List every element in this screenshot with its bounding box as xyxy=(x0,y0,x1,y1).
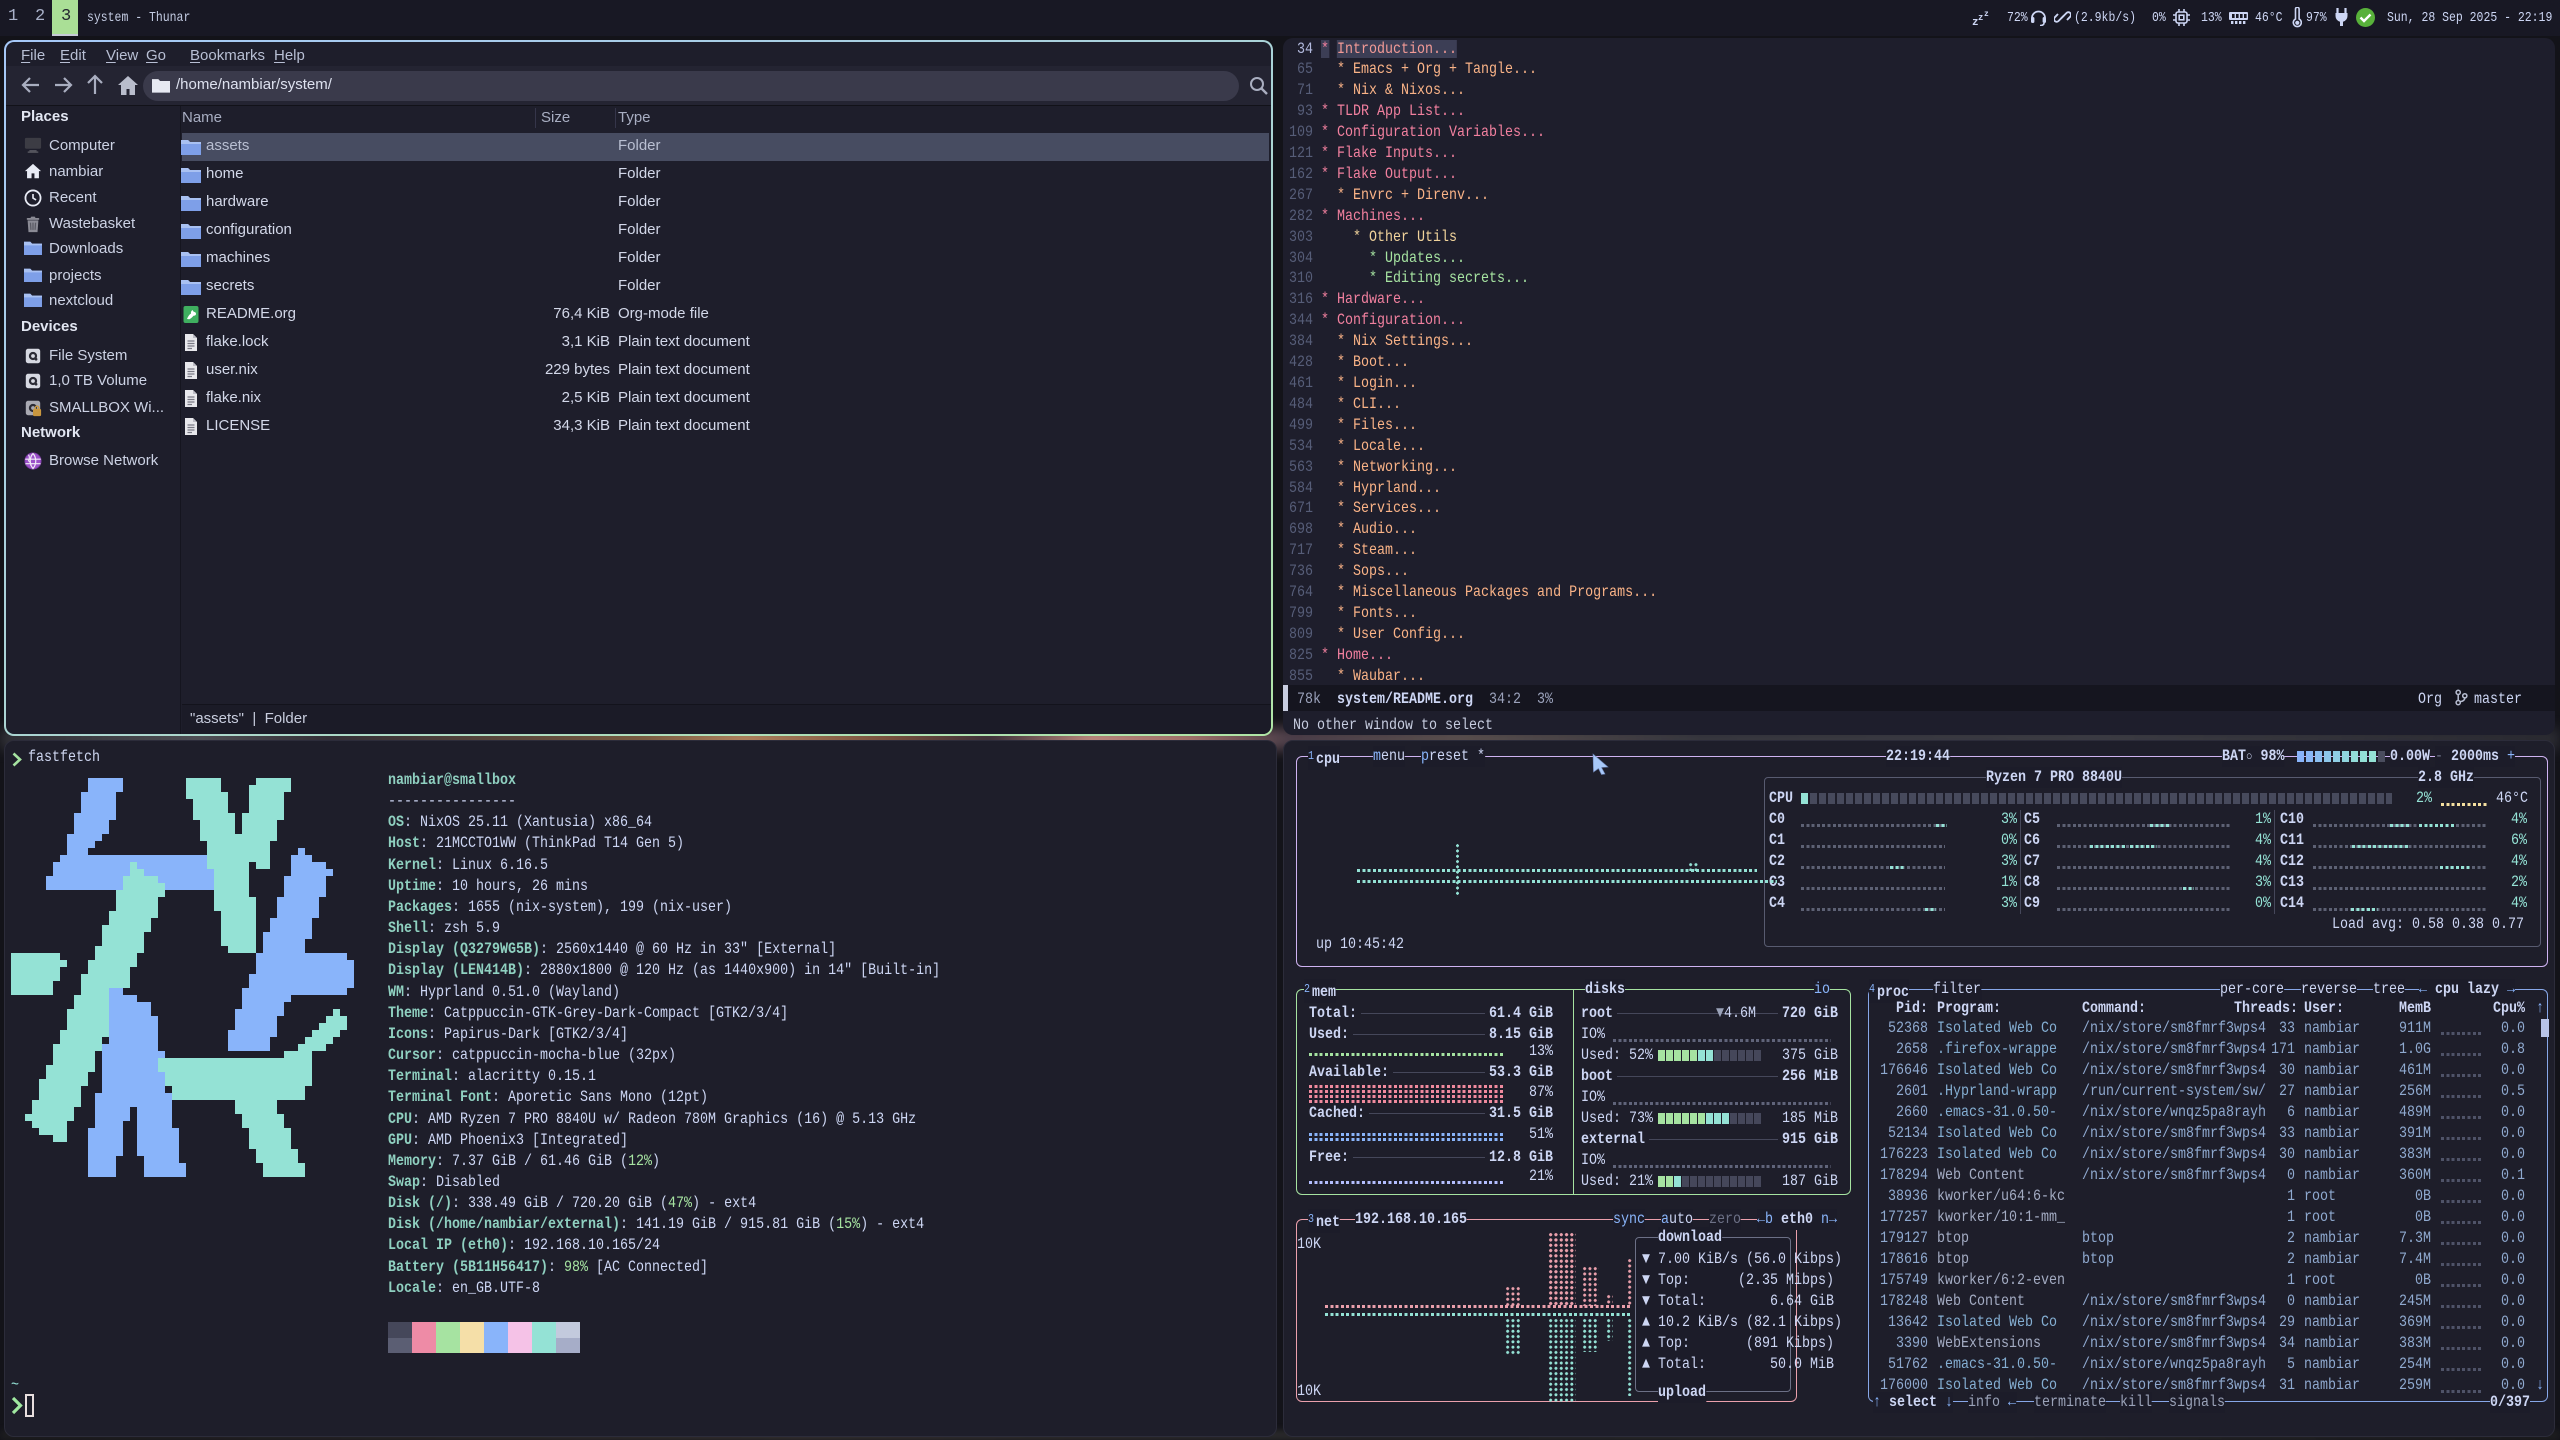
svg-text:z: z xyxy=(1978,13,1983,23)
svg-text:z: z xyxy=(1984,10,1989,19)
